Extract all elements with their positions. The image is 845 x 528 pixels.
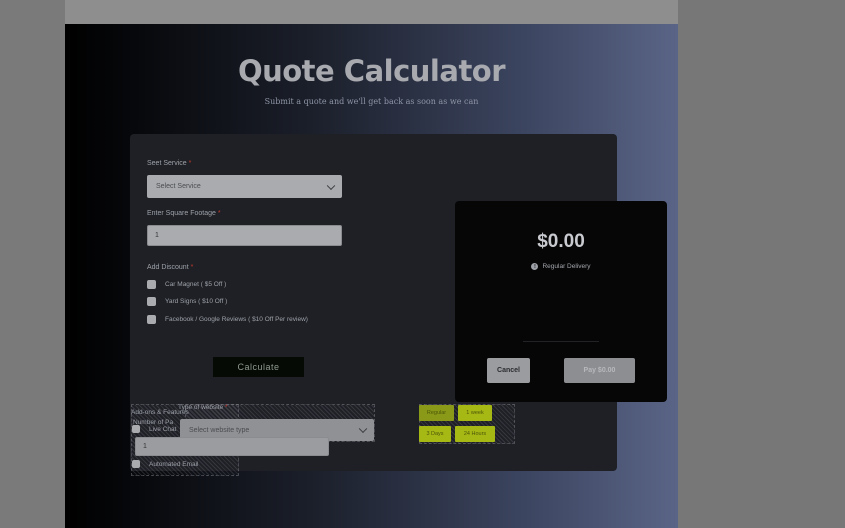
addon-automated-email[interactable]: Automated Email	[132, 460, 199, 468]
chevron-down-icon	[326, 181, 336, 190]
page-subtitle: Submit a quote and we'll get back as soo…	[264, 97, 479, 106]
required-mark: *	[190, 264, 194, 271]
checkbox[interactable]	[132, 425, 140, 433]
footage-label-text: Enter Square Footage	[147, 210, 216, 217]
addons-label: Add-ons & Features	[131, 409, 189, 416]
website-type-select-value: Select website type	[189, 426, 250, 434]
addon-automated-email-label: Automated Email	[149, 460, 199, 468]
service-label: Seet Service *	[147, 160, 191, 167]
discount-option-reviews[interactable]: Facebook / Google Reviews ( $10 Off Per …	[147, 315, 308, 324]
checkbox[interactable]	[132, 460, 140, 468]
left-gutter	[0, 0, 65, 528]
delivery-chip-1-week[interactable]: 1 week	[458, 405, 492, 421]
pages-input[interactable]: 1	[135, 437, 329, 456]
pay-button[interactable]: Pay $0.00	[564, 358, 635, 383]
required-mark: *	[217, 210, 221, 217]
payment-summary-panel: $0.00 ! Regular Delivery Cancel Pay $0.0…	[455, 201, 667, 402]
calculate-button[interactable]: Calculate	[213, 357, 304, 377]
delivery-chip-24-hours[interactable]: 24 Hours	[455, 426, 495, 442]
page-title: Quote Calculator	[237, 54, 506, 88]
footage-label: Enter Square Footage *	[147, 210, 221, 217]
footage-input[interactable]: 1	[147, 225, 342, 246]
top-strip	[65, 0, 678, 24]
checkbox[interactable]	[147, 315, 156, 324]
pages-input-value: 1	[143, 443, 147, 450]
discount-label-text: Add Discount	[147, 264, 189, 271]
divider	[523, 341, 599, 342]
chevron-down-icon	[358, 424, 368, 434]
service-select-value: Select Service	[156, 183, 201, 190]
discount-label: Add Discount *	[147, 264, 193, 271]
right-gutter	[678, 0, 845, 528]
addon-live-chat-label: Live Chat	[149, 425, 177, 433]
addon-live-chat[interactable]: Live Chat	[132, 425, 176, 433]
footage-input-value: 1	[155, 232, 159, 239]
service-label-text: Seet Service	[147, 160, 187, 167]
discount-option-label: Yard Signs ( $10 Off )	[165, 298, 228, 305]
checkbox[interactable]	[147, 280, 156, 289]
service-select[interactable]: Select Service	[147, 175, 342, 198]
discount-option-yard-signs[interactable]: Yard Signs ( $10 Off )	[147, 297, 227, 306]
delivery-chip-regular[interactable]: Regular	[419, 405, 454, 421]
total-amount: $0.00	[537, 231, 585, 252]
delivery-info: ! Regular Delivery	[455, 263, 667, 270]
hero-section: Quote Calculator Submit a quote and we'l…	[65, 24, 678, 528]
delivery-chip-3-days[interactable]: 3 Days	[419, 426, 451, 442]
info-icon: !	[531, 263, 539, 270]
discount-option-car-magnet[interactable]: Car Magnet ( $5 Off )	[147, 280, 226, 289]
delivery-label: Regular Delivery	[542, 263, 591, 270]
checkbox[interactable]	[147, 297, 156, 306]
required-mark: *	[224, 404, 228, 411]
discount-option-label: Car Magnet ( $5 Off )	[165, 281, 227, 288]
discount-option-label: Facebook / Google Reviews ( $10 Off Per …	[165, 316, 308, 323]
required-mark: *	[188, 160, 192, 167]
cancel-button[interactable]: Cancel	[487, 358, 530, 383]
